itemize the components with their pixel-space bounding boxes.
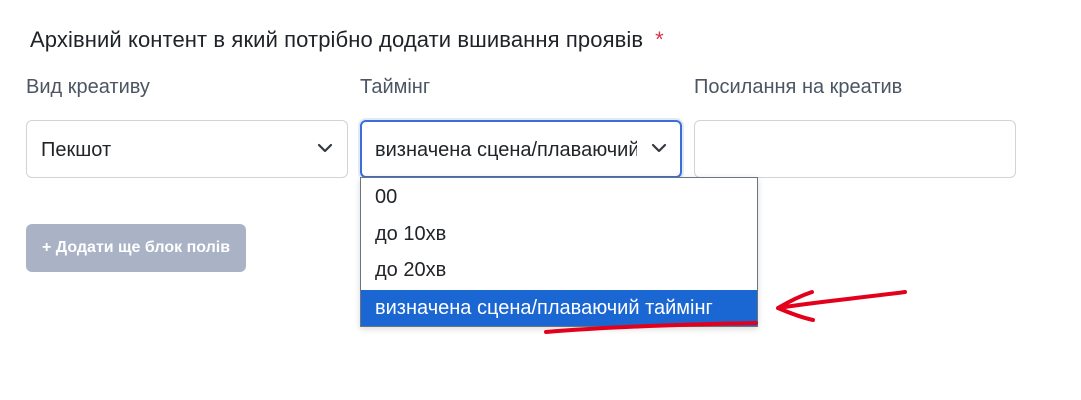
annotation-arrow xyxy=(776,290,907,322)
annotation-overlay xyxy=(544,290,907,334)
annotation-underline xyxy=(544,321,758,334)
